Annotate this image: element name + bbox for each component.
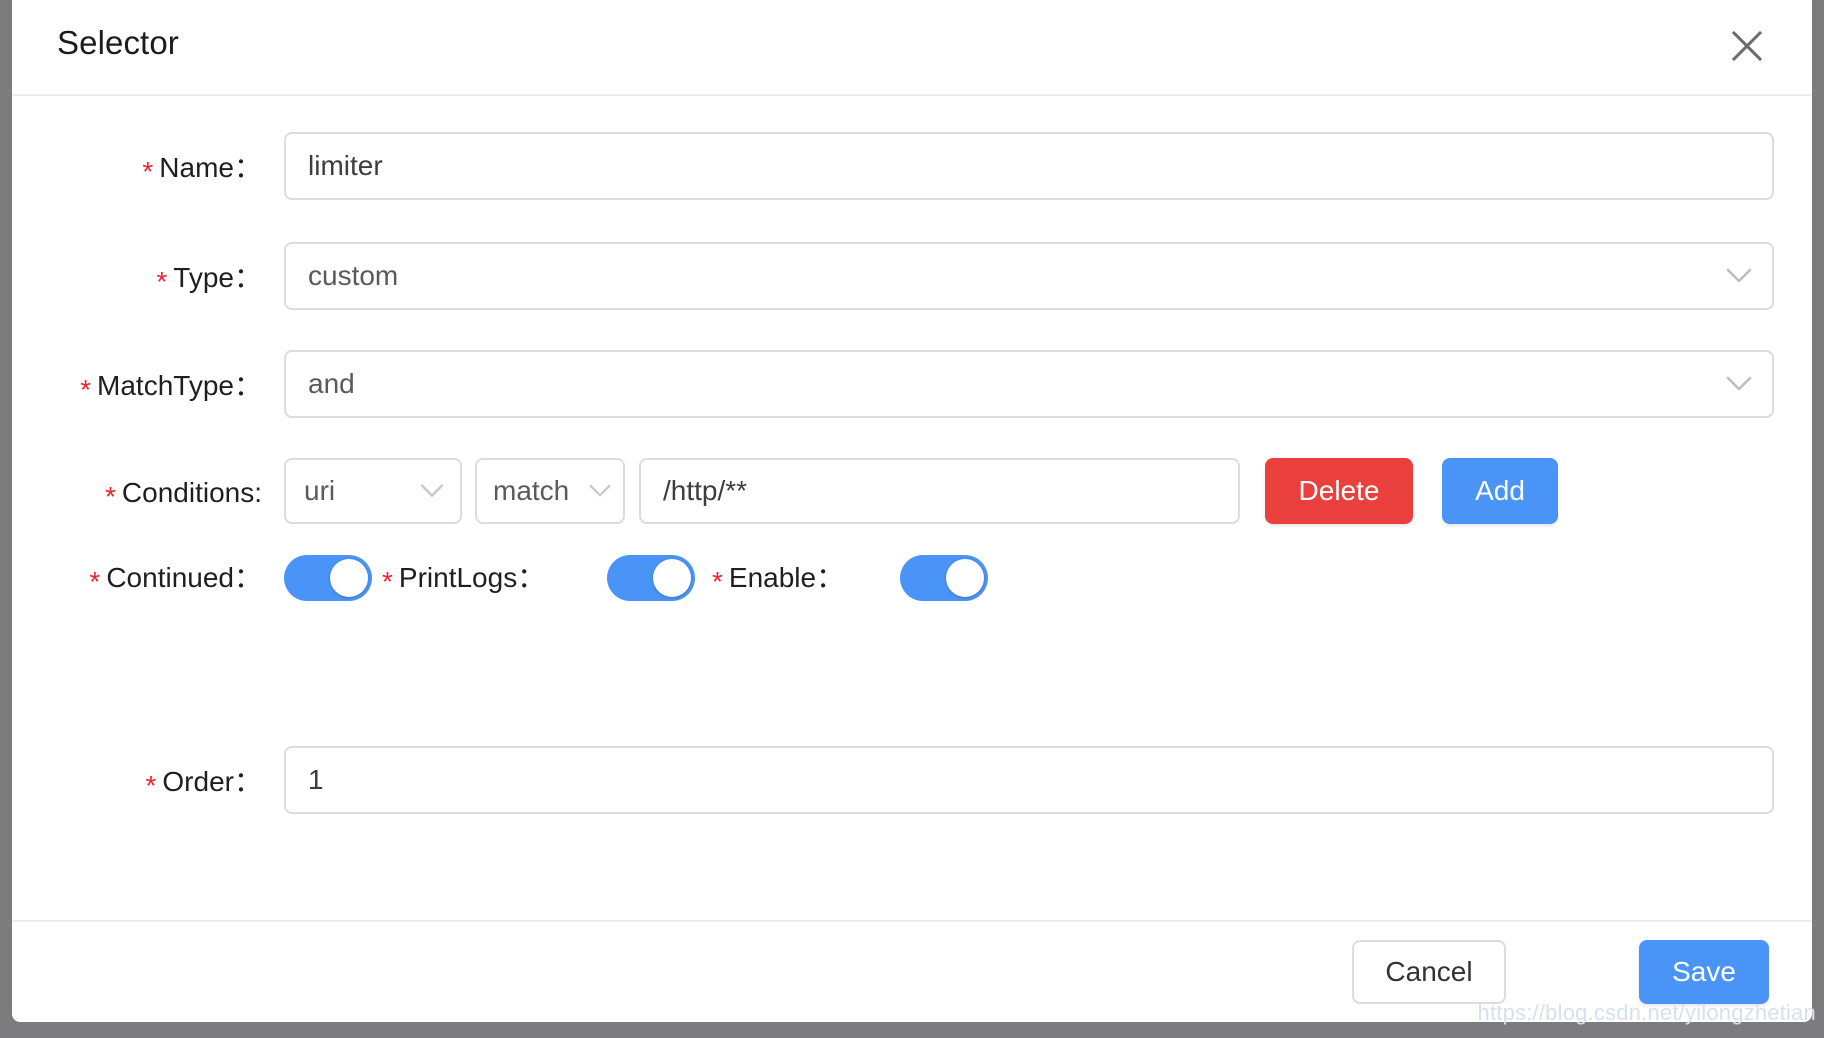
chevron-down-icon <box>1726 268 1752 284</box>
add-condition-button[interactable]: Add <box>1442 458 1558 524</box>
form-row-matchtype: * MatchType： and <box>12 350 1812 422</box>
matchtype-label: * MatchType： <box>12 369 262 405</box>
form-row-order: * Order： 1 <box>12 746 1812 818</box>
type-label: * Type： <box>12 261 262 297</box>
required-asterisk: * <box>145 770 157 801</box>
toggle-knob <box>946 559 984 597</box>
chevron-down-icon <box>589 484 611 498</box>
toggle-knob <box>653 559 691 597</box>
close-icon[interactable] <box>1725 24 1769 68</box>
order-label: * Order： <box>12 765 263 801</box>
chevron-down-icon <box>420 484 444 499</box>
modal-overlay: Selector * Name： limiter * Type： custom … <box>0 0 1824 1038</box>
printlogs-toggle[interactable] <box>607 555 695 601</box>
selector-dialog: Selector * Name： limiter * Type： custom … <box>12 0 1812 1022</box>
cancel-button[interactable]: Cancel <box>1352 940 1506 1004</box>
type-select-value: custom <box>308 260 399 291</box>
order-label-text: Order <box>162 766 234 797</box>
required-asterisk: * <box>89 566 101 597</box>
enable-label-colon: ： <box>816 562 845 593</box>
type-select[interactable]: custom <box>284 242 1774 310</box>
name-label-text: Name <box>159 152 234 183</box>
save-button[interactable]: Save <box>1639 940 1769 1004</box>
order-label-colon: ： <box>233 766 262 797</box>
required-asterisk: * <box>142 156 154 187</box>
name-label: * Name： <box>12 151 262 187</box>
dialog-header: Selector <box>12 0 1812 96</box>
condition-param-type-select[interactable]: uri <box>284 458 462 524</box>
matchtype-label-text: MatchType <box>97 370 234 401</box>
page-title: Selector <box>57 24 179 61</box>
matchtype-select[interactable]: and <box>284 350 1774 418</box>
enable-toggle[interactable] <box>900 555 988 601</box>
delete-condition-button[interactable]: Delete <box>1265 458 1413 524</box>
matchtype-select-value: and <box>308 368 355 399</box>
required-asterisk: * <box>105 481 116 512</box>
condition-param-type-value: uri <box>304 475 336 506</box>
toggle-knob <box>330 559 368 597</box>
form-row-conditions: * Conditions: uri match /http/** Delete … <box>12 458 1812 528</box>
matchtype-label-colon: ： <box>233 370 262 401</box>
condition-operator-select[interactable]: match <box>475 458 625 524</box>
required-asterisk: * <box>382 566 393 597</box>
printlogs-label-colon: ： <box>517 562 546 593</box>
condition-value-input[interactable]: /http/** <box>639 458 1240 524</box>
dialog-footer: Cancel Save <box>12 920 1812 1022</box>
name-label-colon: ： <box>233 152 262 183</box>
required-asterisk: * <box>156 266 168 297</box>
order-input[interactable]: 1 <box>284 746 1774 814</box>
form-row-name: * Name： limiter <box>12 132 1812 204</box>
type-label-colon: ： <box>233 262 262 293</box>
required-asterisk: * <box>80 374 92 405</box>
type-label-text: Type <box>173 262 234 293</box>
condition-operator-value: match <box>493 475 570 506</box>
printlogs-label-text: PrintLogs <box>398 562 518 593</box>
chevron-down-icon <box>1726 376 1752 392</box>
enable-label-text: Enable <box>728 562 817 593</box>
dialog-body: * Name： limiter * Type： custom * MatchTy… <box>12 96 1812 920</box>
continued-label: * Continued： <box>12 561 262 597</box>
form-row-type: * Type： custom <box>12 242 1812 314</box>
required-asterisk: * <box>712 566 723 597</box>
continued-label-colon: ： <box>233 562 262 593</box>
conditions-label: * Conditions: <box>12 476 262 512</box>
conditions-label-text: Conditions: <box>121 477 262 508</box>
form-row-toggles: * Continued： * PrintLogs： * Enable： <box>12 551 1812 605</box>
continued-label-text: Continued <box>106 562 234 593</box>
continued-toggle[interactable] <box>284 555 372 601</box>
name-input[interactable]: limiter <box>284 132 1774 200</box>
